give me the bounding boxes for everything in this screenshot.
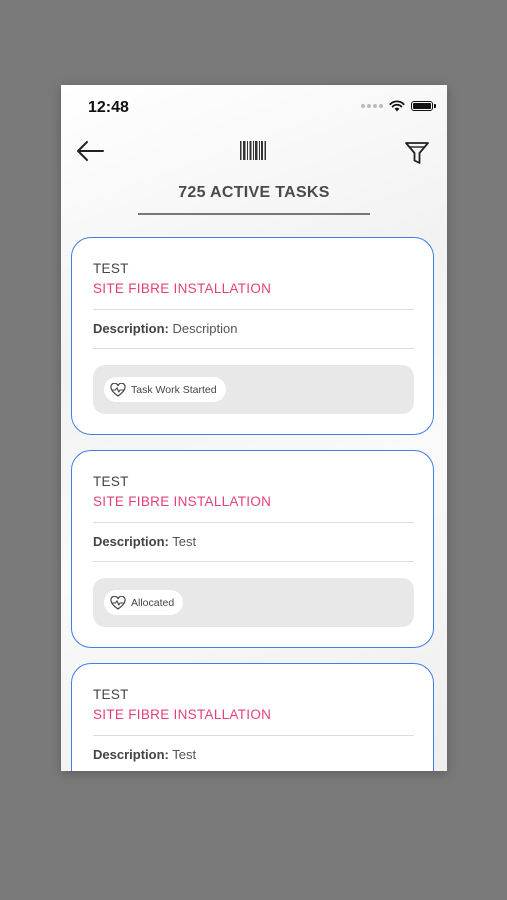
task-card[interactable]: TEST SITE FIBRE INSTALLATION Description…	[71, 450, 434, 648]
funnel-icon	[405, 142, 429, 164]
task-type: SITE FIBRE INSTALLATION	[93, 281, 272, 296]
divider	[93, 309, 414, 310]
divider	[93, 735, 414, 736]
task-name: TEST	[93, 261, 129, 276]
task-description: Description: Test	[93, 747, 196, 762]
status-chip[interactable]: Task Work Started	[104, 377, 226, 402]
page-title: 725 ACTIVE TASKS	[178, 184, 330, 201]
battery-icon	[411, 101, 436, 111]
task-description: Description: Test	[93, 534, 196, 549]
task-card[interactable]: TEST SITE FIBRE INSTALLATION Description…	[71, 663, 434, 771]
task-name: TEST	[93, 687, 129, 702]
task-card[interactable]: TEST SITE FIBRE INSTALLATION Description…	[71, 237, 434, 435]
divider	[93, 522, 414, 523]
status-chip[interactable]: Allocated	[104, 590, 184, 615]
description-value: Description	[172, 321, 238, 336]
task-name: TEST	[93, 474, 129, 489]
status-label: Task Work Started	[131, 383, 217, 396]
title-underline	[138, 213, 370, 215]
description-label: Description:	[93, 534, 169, 549]
divider	[93, 561, 414, 562]
arrow-left-icon	[77, 141, 104, 161]
task-type: SITE FIBRE INSTALLATION	[93, 494, 272, 509]
description-label: Description:	[93, 747, 169, 762]
status-icons	[361, 100, 436, 112]
description-value: Test	[172, 747, 197, 762]
status-label: Allocated	[131, 596, 175, 609]
status-panel: Allocated	[93, 578, 414, 627]
description-value: Test	[172, 534, 197, 549]
wifi-icon	[389, 100, 405, 112]
barcode-scan-button[interactable]	[238, 139, 268, 163]
divider	[93, 348, 414, 349]
status-bar: 12:48	[61, 85, 447, 129]
heart-pulse-icon	[110, 382, 126, 397]
task-description: Description: Description	[93, 321, 238, 336]
filter-button[interactable]	[403, 139, 431, 167]
task-type: SITE FIBRE INSTALLATION	[93, 707, 272, 722]
back-button[interactable]	[75, 137, 107, 165]
cellular-signal-icon	[361, 104, 383, 108]
status-panel: Task Work Started	[93, 365, 414, 414]
description-label: Description:	[93, 321, 169, 336]
status-time: 12:48	[88, 99, 129, 116]
heart-pulse-icon	[110, 595, 126, 610]
phone-screen: 12:48 725 ACTIVE TASKS TEST SITE FIBRE I…	[61, 85, 447, 771]
barcode-icon	[240, 141, 266, 160]
